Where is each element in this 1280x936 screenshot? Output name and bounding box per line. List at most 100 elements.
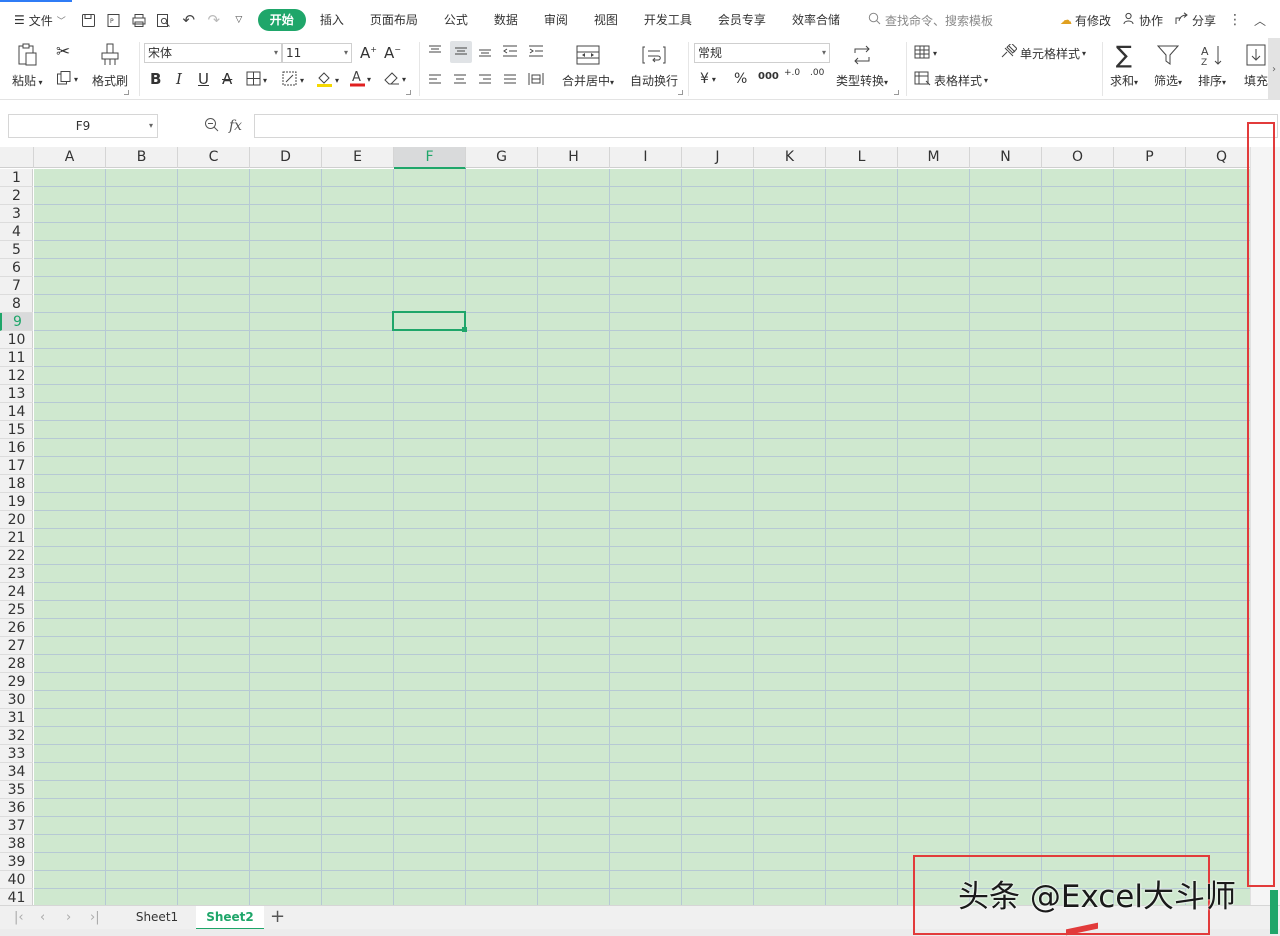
row-header-23[interactable]: 23: [0, 565, 33, 583]
row-header-24[interactable]: 24: [0, 583, 33, 601]
collapse-ribbon-icon[interactable]: ︿: [1254, 12, 1266, 29]
row-header-17[interactable]: 17: [0, 457, 33, 475]
align-right-button[interactable]: [478, 73, 492, 89]
wrap-text-button[interactable]: 自动换行: [630, 42, 678, 89]
save-icon[interactable]: [80, 11, 98, 29]
row-header-14[interactable]: 14: [0, 403, 33, 421]
column-header-b[interactable]: B: [106, 147, 178, 168]
row-header-13[interactable]: 13: [0, 385, 33, 403]
last-sheet-icon[interactable]: ›|: [90, 906, 100, 930]
tab-home[interactable]: 开始: [257, 9, 306, 31]
sort-button[interactable]: AZ 排序▾: [1198, 42, 1226, 89]
sheet-tab-sheet2[interactable]: Sheet2: [196, 906, 264, 930]
align-middle-button[interactable]: [450, 41, 472, 63]
italic-button[interactable]: I: [176, 70, 182, 88]
merge-center-button[interactable]: 合并居中▾: [562, 42, 614, 89]
first-sheet-icon[interactable]: |‹: [14, 906, 24, 930]
column-header-c[interactable]: C: [178, 147, 250, 168]
prev-sheet-icon[interactable]: ‹: [40, 906, 45, 930]
copy-button[interactable]: ▾: [56, 70, 78, 89]
row-header-19[interactable]: 19: [0, 493, 33, 511]
row-header-28[interactable]: 28: [0, 655, 33, 673]
redo-icon[interactable]: ↷: [205, 11, 223, 29]
fill-handle[interactable]: [462, 327, 467, 332]
export-pdf-icon[interactable]: P: [105, 11, 123, 29]
row-header-38[interactable]: 38: [0, 835, 33, 853]
underline-button[interactable]: U: [198, 70, 209, 88]
row-header-12[interactable]: 12: [0, 367, 33, 385]
column-header-j[interactable]: J: [682, 147, 754, 168]
tab-formulas[interactable]: 公式: [432, 9, 480, 31]
increase-indent-button[interactable]: [528, 44, 544, 61]
fill-button[interactable]: 填充: [1243, 42, 1269, 89]
cut-button[interactable]: ✂: [56, 42, 70, 62]
column-header-f[interactable]: F: [394, 147, 466, 169]
number-format-select[interactable]: 常规 ▾: [694, 43, 830, 63]
column-header-l[interactable]: L: [826, 147, 898, 168]
row-header-34[interactable]: 34: [0, 763, 33, 781]
undo-icon[interactable]: ↶: [180, 11, 198, 29]
row-header-36[interactable]: 36: [0, 799, 33, 817]
row-header-5[interactable]: 5: [0, 241, 33, 259]
row-header-10[interactable]: 10: [0, 331, 33, 349]
table-style-button[interactable]: 表格样式 ▾: [914, 71, 988, 89]
align-center-button[interactable]: [453, 73, 467, 89]
tab-data[interactable]: 数据: [482, 9, 530, 31]
select-all-corner[interactable]: [0, 147, 34, 168]
row-header-32[interactable]: 32: [0, 727, 33, 745]
insert-function-button[interactable]: fx: [229, 118, 242, 134]
row-header-2[interactable]: 2: [0, 187, 33, 205]
font-color-button[interactable]: A ▾: [350, 69, 371, 90]
zoom-search-icon[interactable]: [204, 117, 219, 135]
formula-input[interactable]: [254, 114, 1278, 138]
fill-color-button[interactable]: ▾: [316, 70, 339, 90]
column-header-e[interactable]: E: [322, 147, 394, 168]
format-painter-button[interactable]: 格式刷: [92, 42, 128, 89]
column-header-q[interactable]: Q: [1186, 147, 1250, 168]
currency-button[interactable]: ¥ ▾: [700, 71, 716, 87]
row-header-18[interactable]: 18: [0, 475, 33, 493]
paste-button[interactable]: 粘贴 ▾: [12, 42, 43, 89]
cell-area[interactable]: [34, 169, 1250, 905]
column-header-p[interactable]: P: [1114, 147, 1186, 168]
font-name-select[interactable]: 宋体 ▾: [144, 43, 282, 63]
bold-button[interactable]: B: [150, 70, 161, 88]
row-header-29[interactable]: 29: [0, 673, 33, 691]
row-header-15[interactable]: 15: [0, 421, 33, 439]
row-header-4[interactable]: 4: [0, 223, 33, 241]
distributed-align-button[interactable]: [528, 72, 544, 89]
row-header-27[interactable]: 27: [0, 637, 33, 655]
customize-dropdown-icon[interactable]: ▽: [230, 11, 248, 29]
row-header-20[interactable]: 20: [0, 511, 33, 529]
tab-insert[interactable]: 插入: [308, 9, 356, 31]
tab-view[interactable]: 视图: [582, 9, 630, 31]
command-search[interactable]: 查找命令、搜索模板: [868, 12, 993, 29]
row-header-33[interactable]: 33: [0, 745, 33, 763]
clipboard-group-launcher[interactable]: [124, 90, 129, 95]
row-header-35[interactable]: 35: [0, 781, 33, 799]
file-menu-button[interactable]: ☰ 文件 ﹀: [0, 6, 72, 34]
row-header-37[interactable]: 37: [0, 817, 33, 835]
cell-style-button[interactable]: 单元格样式 ▾: [1000, 42, 1086, 62]
column-header-d[interactable]: D: [250, 147, 322, 168]
strikethrough-button[interactable]: A: [222, 70, 232, 88]
row-header-39[interactable]: 39: [0, 853, 33, 871]
more-icon[interactable]: ⋮: [1228, 12, 1242, 28]
row-header-31[interactable]: 31: [0, 709, 33, 727]
decrease-indent-button[interactable]: [502, 44, 518, 61]
decrease-decimal-button[interactable]: .00: [810, 69, 824, 78]
row-header-40[interactable]: 40: [0, 871, 33, 889]
row-header-8[interactable]: 8: [0, 295, 33, 313]
tab-member[interactable]: 会员专享: [706, 9, 778, 31]
decrease-font-button[interactable]: A−: [384, 44, 401, 62]
type-convert-button[interactable]: 类型转换▾: [836, 42, 888, 89]
tab-review[interactable]: 审阅: [532, 9, 580, 31]
font-size-select[interactable]: 11 ▾: [282, 43, 352, 63]
has-changes-button[interactable]: ☁ 有修改: [1060, 12, 1111, 29]
font-group-launcher[interactable]: [406, 90, 411, 95]
row-header-22[interactable]: 22: [0, 547, 33, 565]
column-header-n[interactable]: N: [970, 147, 1042, 168]
sheet-tab-sheet1[interactable]: Sheet1: [122, 906, 192, 930]
conditional-format-button[interactable]: ▾: [914, 45, 937, 62]
clear-format-button[interactable]: ▾: [384, 71, 406, 88]
